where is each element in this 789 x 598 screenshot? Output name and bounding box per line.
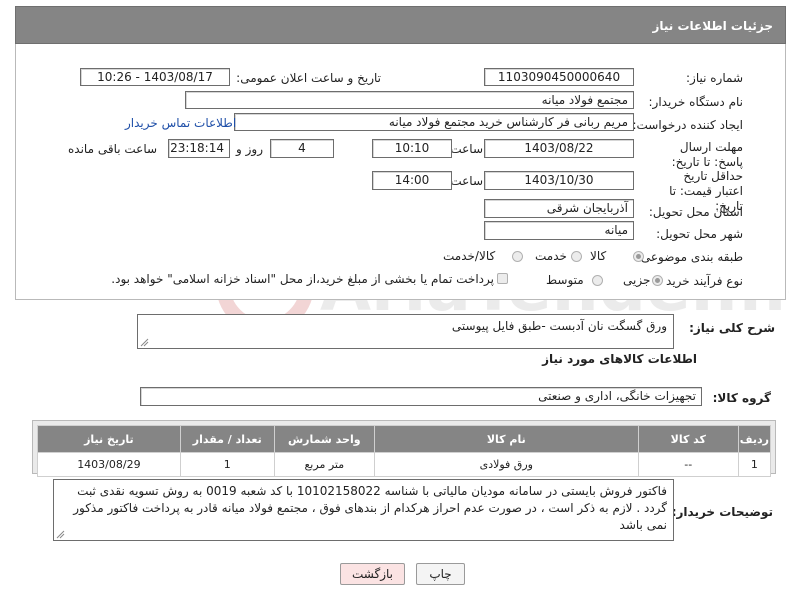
description-label: شرح کلی نیاز: <box>689 321 775 335</box>
province-field: آذربایجان شرقی <box>484 199 634 218</box>
need-number-field: 1103090450000640 <box>484 68 634 86</box>
process-option-minor: جزیی <box>623 273 651 287</box>
cell-quantity: 1 <box>179 452 275 477</box>
category-radio-goods[interactable] <box>633 251 644 262</box>
announce-date-label: تاریخ و ساعت اعلان عمومی: <box>236 71 381 85</box>
back-button[interactable]: بازگشت <box>340 563 405 585</box>
process-radio-medium[interactable] <box>592 275 603 286</box>
column-header-quantity: تعداد / مقدار <box>179 425 275 453</box>
process-option-medium: متوسط <box>546 273 584 287</box>
announce-date-field: 1403/08/17 - 10:26 <box>80 68 230 86</box>
cell-name: ورق فولادی <box>373 452 639 477</box>
buyer-notes-text: فاکتور فروش بایستی در سامانه مودیان مالی… <box>73 484 667 532</box>
goods-group-field: تجهیزات خانگی، اداری و صنعتی <box>140 387 702 406</box>
validity-date-field: 1403/10/30 <box>484 171 634 190</box>
buyer-contact-link[interactable]: اطلاعات تماس خریدار <box>125 116 236 130</box>
days-field: 4 <box>270 139 334 158</box>
city-field: میانه <box>484 221 634 240</box>
payment-note-text: پرداخت تمام یا بخشی از مبلغ خرید،از محل … <box>111 272 494 286</box>
buyer-notes-label: توضیحات خریدار: <box>671 505 773 519</box>
creator-label: ایجاد کننده درخواست: <box>632 118 743 132</box>
resize-grip-icon <box>140 338 149 347</box>
buyer-notes-textarea: فاکتور فروش بایستی در سامانه مودیان مالی… <box>53 479 674 541</box>
cell-code: -- <box>637 452 739 477</box>
table-row: 1 -- ورق فولادی متر مربع 1 1403/08/29 <box>37 452 772 477</box>
column-header-row-number: ردیف <box>737 425 772 453</box>
reply-deadline-label: مهلت ارسال پاسخ: تا تاریخ: <box>671 140 743 169</box>
page-title: جزئیات اطلاعات نیاز <box>15 6 786 44</box>
column-header-need-date: تاریخ نیاز <box>37 425 181 453</box>
goods-group-label: گروه کالا: <box>712 391 771 405</box>
province-label: استان محل تحویل: <box>648 205 743 219</box>
category-option-goods-service: کالا/خدمت <box>443 249 496 263</box>
creator-field: مریم ربانی فر کارشناس خرید مجتمع فولاد م… <box>234 113 634 131</box>
city-label: شهر محل تحویل: <box>656 227 743 241</box>
resize-grip-icon <box>56 530 65 539</box>
reply-time-field: 10:10 <box>372 139 452 158</box>
process-radio-minor[interactable] <box>652 275 663 286</box>
description-textarea: ورق گسگت نان آدبست -طبق فایل پیوستی <box>137 314 674 349</box>
goods-table: ردیف کد کالا نام کالا واحد شمارش تعداد /… <box>37 425 772 477</box>
reply-date-field: 1403/08/22 <box>484 139 634 158</box>
cell-unit: متر مربع <box>273 452 375 477</box>
category-option-service: خدمت <box>535 249 567 263</box>
cell-need-date: 1403/08/29 <box>37 452 181 477</box>
print-button[interactable]: چاپ <box>416 563 465 585</box>
category-radio-goods-service[interactable] <box>512 251 523 262</box>
buyer-org-field: مجتمع فولاد میانه <box>185 91 634 109</box>
category-option-goods: کالا <box>590 249 607 263</box>
column-header-unit: واحد شمارش <box>273 425 375 453</box>
description-text: ورق گسگت نان آدبست -طبق فایل پیوستی <box>451 319 667 333</box>
column-header-code: کد کالا <box>637 425 739 453</box>
goods-section-title: اطلاعات کالاهای مورد نیاز <box>542 352 697 366</box>
category-radio-service[interactable] <box>571 251 582 262</box>
payment-note-checkbox[interactable] <box>497 273 508 284</box>
reply-time-label: ساعت <box>450 142 483 156</box>
validity-time-label: ساعت <box>450 174 483 188</box>
buyer-org-label: نام دستگاه خریدار: <box>648 95 744 109</box>
remaining-time-label: ساعت باقی مانده <box>68 142 158 156</box>
table-header-row: ردیف کد کالا نام کالا واحد شمارش تعداد /… <box>37 425 772 453</box>
remaining-time-field: 23:18:14 <box>168 139 230 158</box>
goods-table-container: ردیف کد کالا نام کالا واحد شمارش تعداد /… <box>32 420 776 477</box>
cell-row-number: 1 <box>737 452 772 477</box>
days-label: روز و <box>236 142 263 156</box>
category-label: طبقه بندی موضوعی: <box>636 250 743 264</box>
process-type-label: نوع فرآیند خرید : <box>658 274 743 288</box>
validity-time-field: 14:00 <box>372 171 452 190</box>
need-number-label: شماره نیاز: <box>686 71 743 85</box>
column-header-name: نام کالا <box>373 425 639 453</box>
